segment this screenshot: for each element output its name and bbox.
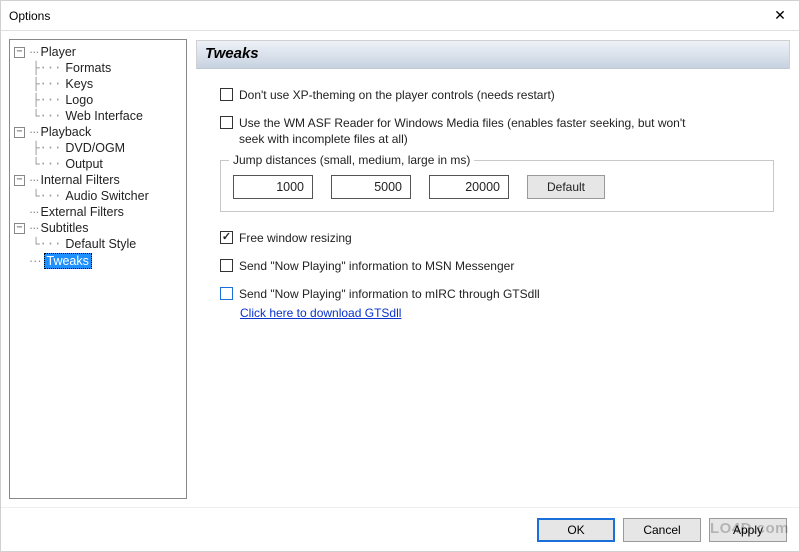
- tree-dots-icon: ···: [29, 173, 39, 187]
- tree-expander-subtitles[interactable]: − ··· Subtitles: [10, 220, 186, 236]
- jump-distances-fieldset: Jump distances (small, medium, large in …: [220, 160, 774, 212]
- dialog-footer: OK Cancel Apply: [1, 507, 799, 551]
- options-tree[interactable]: − ··· Player ├··· Formats ├··· Keys ├···…: [9, 39, 187, 499]
- tree-label: Subtitles: [41, 221, 89, 235]
- close-icon[interactable]: ✕: [769, 7, 791, 24]
- tree-label: External Filters: [41, 205, 124, 219]
- tree-dots-icon: ···: [29, 254, 42, 268]
- tree-expander-playback[interactable]: − ··· Playback: [10, 124, 186, 140]
- tree-group-subtitles: − ··· Subtitles └··· Default Style: [10, 220, 186, 252]
- checkbox-xp-theming[interactable]: [220, 88, 233, 101]
- label-xp-theming: Don't use XP-theming on the player contr…: [239, 87, 555, 103]
- tree-group-external-filters: ··· External Filters: [10, 204, 186, 220]
- tree-item-audio-switcher[interactable]: └··· Audio Switcher: [10, 188, 186, 204]
- jump-default-button[interactable]: Default: [527, 175, 605, 199]
- row-wm-asf: Use the WM ASF Reader for Windows Media …: [220, 115, 774, 147]
- tree-dots-icon: ···: [29, 205, 39, 219]
- checkbox-mirc[interactable]: [220, 287, 233, 300]
- tree-item-output[interactable]: └··· Output: [10, 156, 186, 172]
- checkbox-wm-asf[interactable]: [220, 116, 233, 129]
- tree-branch-icon: └···: [18, 189, 61, 203]
- tree-label: Default Style: [63, 237, 138, 251]
- tree-label: Output: [63, 157, 105, 171]
- jump-large-input[interactable]: 20000: [429, 175, 509, 199]
- tree-expander-player[interactable]: − ··· Player: [10, 44, 186, 60]
- tree-item-default-style[interactable]: └··· Default Style: [10, 236, 186, 252]
- tree-label: DVD/OGM: [63, 141, 127, 155]
- tree-branch-icon: ├···: [18, 141, 61, 155]
- row-download-link: Click here to download GTSdll: [220, 306, 774, 320]
- label-wm-asf: Use the WM ASF Reader for Windows Media …: [239, 115, 699, 147]
- jump-row: 1000 5000 20000 Default: [233, 175, 761, 199]
- tree-label: Formats: [63, 61, 113, 75]
- label-mirc: Send "Now Playing" information to mIRC t…: [239, 286, 540, 302]
- window-title: Options: [9, 9, 769, 23]
- options-dialog: Options ✕ − ··· Player ├··· Formats ├···…: [0, 0, 800, 552]
- label-msn: Send "Now Playing" information to MSN Me…: [239, 258, 514, 274]
- tree-group-playback: − ··· Playback ├··· DVD/OGM └··· Output: [10, 124, 186, 172]
- tree-branch-icon: └···: [18, 109, 61, 123]
- tweaks-panel: Tweaks Don't use XP-theming on the playe…: [195, 39, 791, 499]
- minus-icon: −: [14, 127, 25, 138]
- minus-icon: −: [14, 47, 25, 58]
- dialog-body: − ··· Player ├··· Formats ├··· Keys ├···…: [1, 31, 799, 507]
- tree-item-web-interface[interactable]: └··· Web Interface: [10, 108, 186, 124]
- row-msn: Send "Now Playing" information to MSN Me…: [220, 258, 774, 274]
- tree-dots-icon: ···: [29, 45, 39, 59]
- download-gtsdll-link[interactable]: Click here to download GTSdll: [240, 306, 401, 320]
- tree-label: Keys: [63, 77, 95, 91]
- tree-branch-icon: └···: [18, 157, 61, 171]
- tree-item-logo[interactable]: ├··· Logo: [10, 92, 186, 108]
- tree-dots-icon: ···: [29, 125, 39, 139]
- tree-branch-icon: ├···: [18, 77, 61, 91]
- tree-label: Player: [41, 45, 76, 59]
- jump-small-input[interactable]: 1000: [233, 175, 313, 199]
- tree-item-keys[interactable]: ├··· Keys: [10, 76, 186, 92]
- panel-header: Tweaks: [196, 40, 790, 69]
- tree-group-internal-filters: − ··· Internal Filters └··· Audio Switch…: [10, 172, 186, 204]
- tree-spacer: [14, 207, 25, 218]
- tree-branch-icon: └···: [18, 237, 61, 251]
- tree-label: Web Interface: [63, 109, 145, 123]
- apply-button[interactable]: Apply: [709, 518, 787, 542]
- jump-medium-input[interactable]: 5000: [331, 175, 411, 199]
- tree-label: Audio Switcher: [63, 189, 150, 203]
- label-free-resize: Free window resizing: [239, 230, 352, 246]
- tree-item-tweaks[interactable]: ··· Tweaks: [10, 252, 186, 270]
- tree-item-formats[interactable]: ├··· Formats: [10, 60, 186, 76]
- minus-icon: −: [14, 175, 25, 186]
- tree-dots-icon: ···: [29, 221, 39, 235]
- tree-spacer: [14, 256, 25, 267]
- checkbox-msn[interactable]: [220, 259, 233, 272]
- tree-branch-icon: ├···: [18, 61, 61, 75]
- titlebar: Options ✕: [1, 1, 799, 31]
- tree-branch-icon: ├···: [18, 93, 61, 107]
- tree-label: Logo: [63, 93, 95, 107]
- checkbox-free-resize[interactable]: [220, 231, 233, 244]
- row-mirc: Send "Now Playing" information to mIRC t…: [220, 286, 774, 302]
- tree-item-external-filters[interactable]: ··· External Filters: [10, 204, 186, 220]
- minus-icon: −: [14, 223, 25, 234]
- panel-body: Don't use XP-theming on the player contr…: [196, 69, 790, 330]
- jump-legend: Jump distances (small, medium, large in …: [229, 153, 474, 167]
- tree-label: Internal Filters: [41, 173, 120, 187]
- cancel-button[interactable]: Cancel: [623, 518, 701, 542]
- tree-label: Tweaks: [44, 253, 92, 269]
- tree-label: Playback: [41, 125, 92, 139]
- tree-item-dvd-ogm[interactable]: ├··· DVD/OGM: [10, 140, 186, 156]
- tree-group-player: − ··· Player ├··· Formats ├··· Keys ├···…: [10, 44, 186, 124]
- row-free-resize: Free window resizing: [220, 230, 774, 246]
- tree-expander-internal-filters[interactable]: − ··· Internal Filters: [10, 172, 186, 188]
- ok-button[interactable]: OK: [537, 518, 615, 542]
- row-xp-theming: Don't use XP-theming on the player contr…: [220, 87, 774, 103]
